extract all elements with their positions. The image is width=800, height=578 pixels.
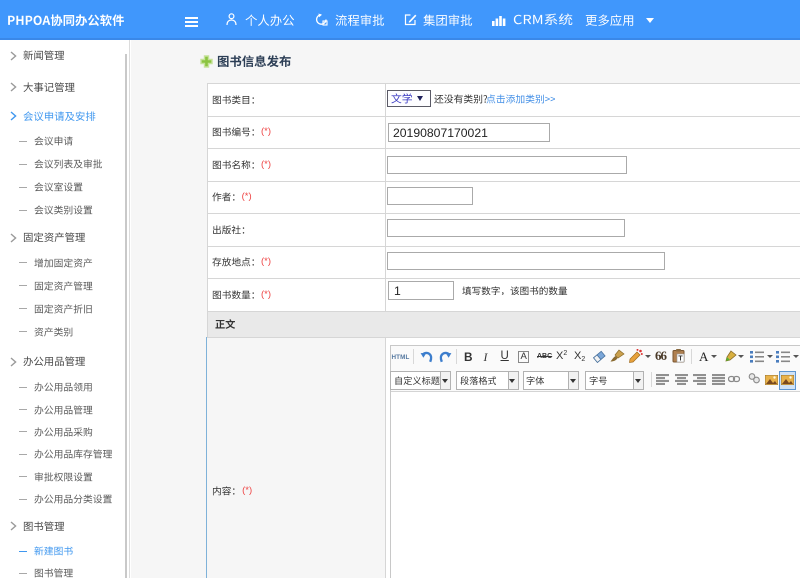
svg-text:T: T	[678, 356, 683, 363]
